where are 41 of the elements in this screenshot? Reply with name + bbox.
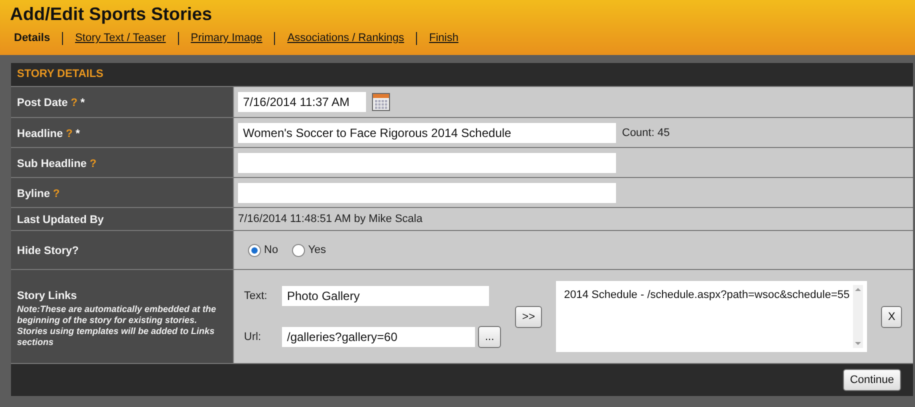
required-mark: *	[80, 97, 85, 109]
text-field[interactable]	[238, 182, 616, 202]
last-updated-text: 7/16/2014 11:48:51 AM by Mike Scala	[238, 213, 422, 225]
link-text-field[interactable]: Photo Gallery	[282, 286, 489, 306]
field-label: Last Updated By	[17, 214, 104, 226]
radio-option[interactable]: No	[248, 244, 278, 256]
tab[interactable]: Details	[10, 32, 62, 45]
text-label: Text:	[244, 290, 268, 302]
url-field[interactable]: /galleries?gallery=60	[282, 326, 475, 346]
browse-button[interactable]: ...	[478, 326, 502, 348]
field-label: Hide Story?	[17, 245, 79, 257]
tab[interactable]: Primary Image	[178, 32, 274, 45]
text-field[interactable]: Women's Soccer to Face Rigorous 2014 Schedule	[238, 122, 616, 142]
help-mark[interactable]: ?	[53, 188, 60, 200]
scrollbar-icon	[853, 285, 864, 348]
link-item[interactable]: 2014 Schedule - /schedule.aspx?path=wsoc&schedule=55	[564, 289, 850, 301]
date-field[interactable]: 7/16/2014 11:37 AM	[238, 92, 366, 112]
calendar-icon[interactable]	[372, 93, 390, 111]
required-mark: *	[76, 128, 80, 140]
character-count: Count: 45	[622, 126, 670, 138]
help-mark[interactable]: ?	[90, 158, 96, 170]
field-label: Sub Headline	[17, 158, 87, 170]
field-label: Byline	[17, 188, 50, 200]
add-link-button[interactable]: >>	[515, 306, 542, 328]
field-label: Post Date	[17, 97, 68, 109]
tab[interactable]: Story Text / Teaser	[62, 32, 178, 45]
page-title: Add/Edit Sports Stories	[10, 4, 214, 25]
help-mark[interactable]: ?	[66, 128, 73, 140]
text-field[interactable]	[238, 152, 616, 172]
field-label: Headline	[17, 128, 63, 140]
links-list[interactable]: 2014 Schedule - /schedule.aspx?path=wsoc&schedule=55	[556, 281, 868, 352]
url-label: Url:	[244, 330, 262, 342]
tab[interactable]: Associations / Rankings	[274, 32, 416, 45]
field-label: Story Links	[17, 290, 77, 302]
tab[interactable]: Finish	[416, 32, 470, 45]
note-text: Note:These are automatically embedded at the beginning of the story for existing stories. Stories using templates will be added to Links sections	[17, 304, 218, 348]
help-mark[interactable]: ?	[70, 97, 78, 109]
radio-option[interactable]: Yes	[292, 244, 326, 256]
continue-button[interactable]: Continue	[842, 369, 901, 391]
remove-link-button[interactable]: X	[881, 306, 902, 328]
panel-title: STORY DETAILS	[16, 67, 104, 82]
